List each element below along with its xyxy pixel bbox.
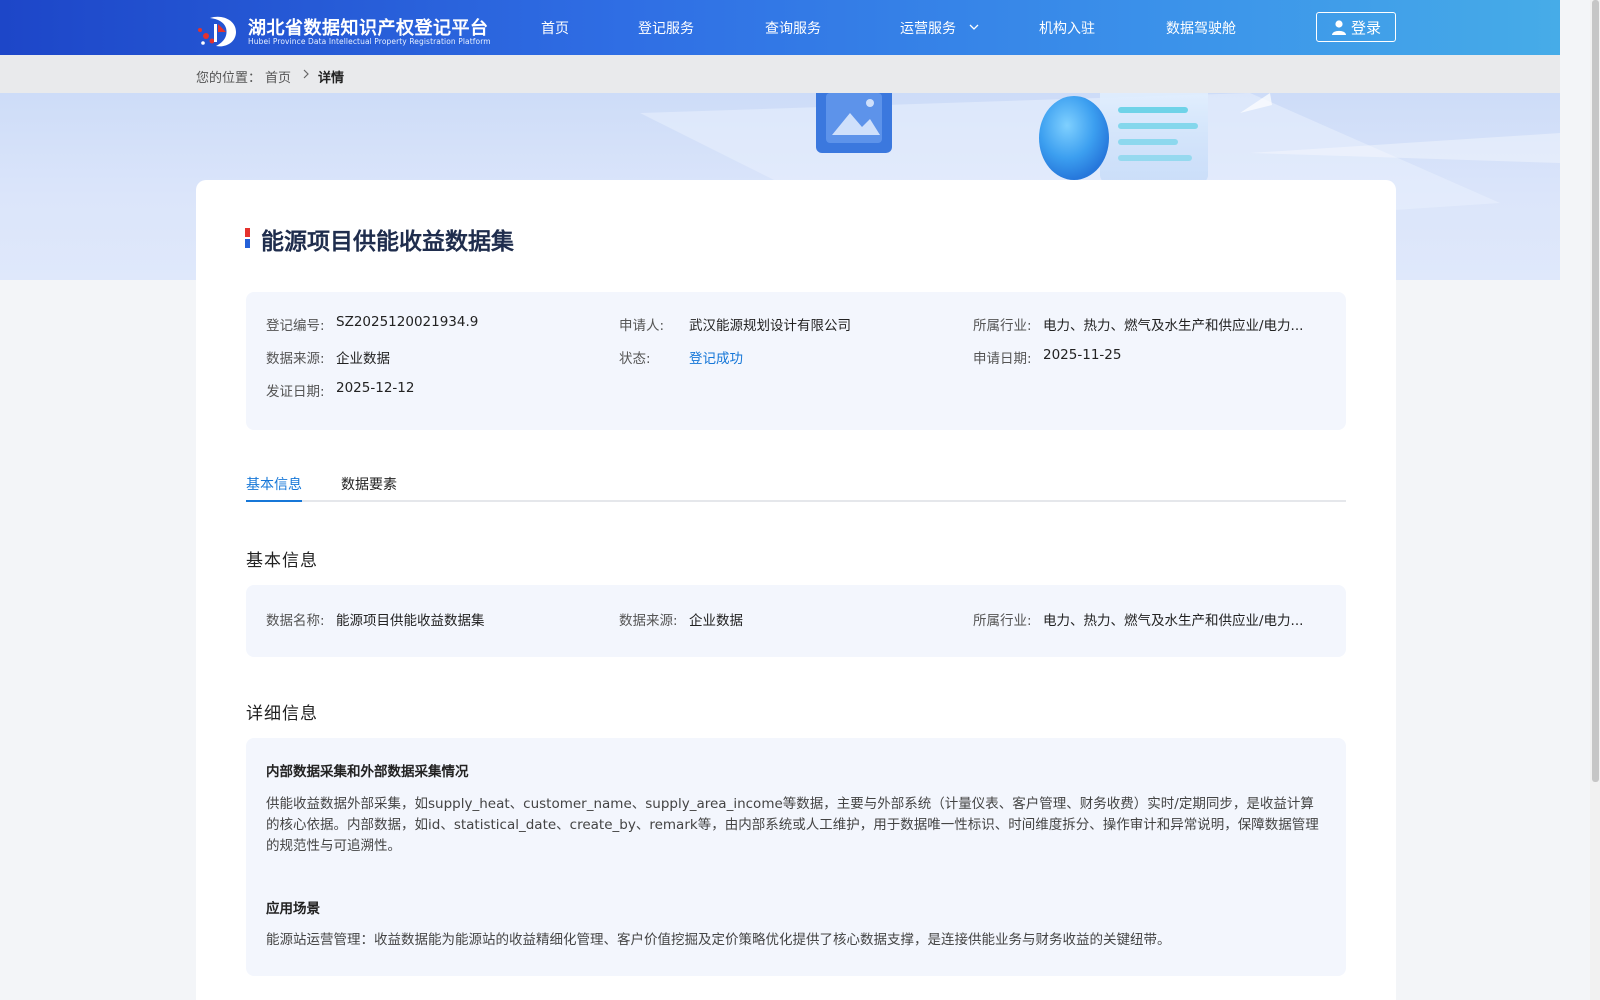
basic-industry-value: 电力、热力、燃气及水生产和供应业/电力... xyxy=(1043,613,1304,629)
industry-label: 所属行业: xyxy=(973,318,1032,334)
chevron-right-icon xyxy=(303,69,309,79)
source-value: 企业数据 xyxy=(336,351,390,367)
detail-info-heading: 详细信息 xyxy=(246,704,318,724)
basic-industry-label: 所属行业: xyxy=(973,613,1032,629)
summary-panel: 登记编号: SZ2025120021934.9 申请人: 武汉能源规划设计有限公… xyxy=(246,292,1346,430)
detail-tabs: 基本信息 数据要素 xyxy=(246,470,1346,502)
login-label: 登录 xyxy=(1350,18,1381,37)
apply-date-label: 申请日期: xyxy=(973,351,1032,367)
basic-industry: 所属行业: 电力、热力、燃气及水生产和供应业/电力... xyxy=(973,609,1303,629)
source-label: 数据来源: xyxy=(266,351,325,367)
collection-text: 供能收益数据外部采集，如supply_heat、customer_name、su… xyxy=(266,796,1319,854)
summary-industry: 所属行业: 电力、热力、燃气及水生产和供应业/电力... xyxy=(973,314,1303,334)
nav-data-cockpit[interactable]: 数据驾驶舱 xyxy=(1166,18,1236,38)
issue-date-label: 发证日期: xyxy=(266,384,325,400)
tab-basic-info[interactable]: 基本信息 xyxy=(246,474,302,502)
scenario-heading: 应用场景 xyxy=(266,901,320,917)
scenario-text: 能源站运营管理：收益数据能为能源站的收益精细化管理、客户价值挖掘及定价策略优化提… xyxy=(266,932,1171,948)
breadcrumb-prefix: 您的位置： xyxy=(196,71,262,86)
nav-query-service[interactable]: 查询服务 xyxy=(765,18,821,38)
detail-card: 能源项目供能收益数据集 登记编号: SZ2025120021934.9 申请人:… xyxy=(196,180,1396,1000)
summary-reg-no: 登记编号: SZ2025120021934.9 xyxy=(266,314,478,334)
basic-name-label: 数据名称: xyxy=(266,613,325,629)
basic-name: 数据名称: 能源项目供能收益数据集 xyxy=(266,609,485,629)
login-button[interactable]: 登录 xyxy=(1316,12,1396,42)
status-badge[interactable]: 登记成功 xyxy=(689,347,743,367)
scrollbar-thumb[interactable] xyxy=(1592,0,1599,782)
basic-name-value: 能源项目供能收益数据集 xyxy=(336,613,485,629)
basic-source-value: 企业数据 xyxy=(689,613,743,629)
breadcrumb-current: 详情 xyxy=(318,71,345,86)
summary-source: 数据来源: 企业数据 xyxy=(266,347,390,367)
tab-data-elements[interactable]: 数据要素 xyxy=(341,474,397,502)
summary-status: 状态: 登记成功 xyxy=(619,347,743,367)
reg-no-value: SZ2025120021934.9 xyxy=(336,314,479,330)
title-marker-icon xyxy=(245,228,250,248)
breadcrumb-home[interactable]: 首页 xyxy=(265,67,291,86)
nav-operation-service[interactable]: 运营服务 xyxy=(900,18,956,38)
summary-applicant: 申请人: 武汉能源规划设计有限公司 xyxy=(619,314,851,334)
breadcrumb: 您的位置： 首页 详情 xyxy=(0,55,1560,93)
nav-home[interactable]: 首页 xyxy=(541,18,569,38)
summary-issue-date: 发证日期: 2025-12-12 xyxy=(266,380,414,400)
issue-date-value: 2025-12-12 xyxy=(336,380,415,396)
nav-institution-entry[interactable]: 机构入驻 xyxy=(1039,18,1095,38)
basic-info-panel: 数据名称: 能源项目供能收益数据集 数据来源: 企业数据 所属行业: 电力、热力… xyxy=(246,585,1346,657)
site-logo[interactable]: 湖北省数据知识产权登记平台 Hubei Province Data Intell… xyxy=(196,12,496,48)
collection-heading: 内部数据采集和外部数据采集情况 xyxy=(266,764,469,780)
applicant-label: 申请人: xyxy=(619,318,665,334)
logo-subtitle: Hubei Province Data Intellectual Propert… xyxy=(248,37,491,46)
basic-source: 数据来源: 企业数据 xyxy=(619,609,743,629)
user-icon xyxy=(1331,20,1346,35)
summary-apply-date: 申请日期: 2025-11-25 xyxy=(973,347,1121,367)
reg-no-label: 登记编号: xyxy=(266,318,325,334)
apply-date-value: 2025-11-25 xyxy=(1043,347,1122,363)
chevron-down-icon[interactable] xyxy=(969,24,979,31)
applicant-value: 武汉能源规划设计有限公司 xyxy=(689,318,851,334)
nav-registration-service[interactable]: 登记服务 xyxy=(638,18,694,38)
industry-value: 电力、热力、燃气及水生产和供应业/电力... xyxy=(1043,318,1304,334)
status-label: 状态: xyxy=(619,351,651,367)
page-title: 能源项目供能收益数据集 xyxy=(261,229,514,255)
top-nav: 湖北省数据知识产权登记平台 Hubei Province Data Intell… xyxy=(0,0,1560,55)
logo-mark-icon xyxy=(198,16,236,47)
detail-info-panel: 内部数据采集和外部数据采集情况 供能收益数据外部采集，如supply_heat、… xyxy=(246,738,1346,976)
basic-source-label: 数据来源: xyxy=(619,613,678,629)
basic-info-heading: 基本信息 xyxy=(246,551,318,571)
